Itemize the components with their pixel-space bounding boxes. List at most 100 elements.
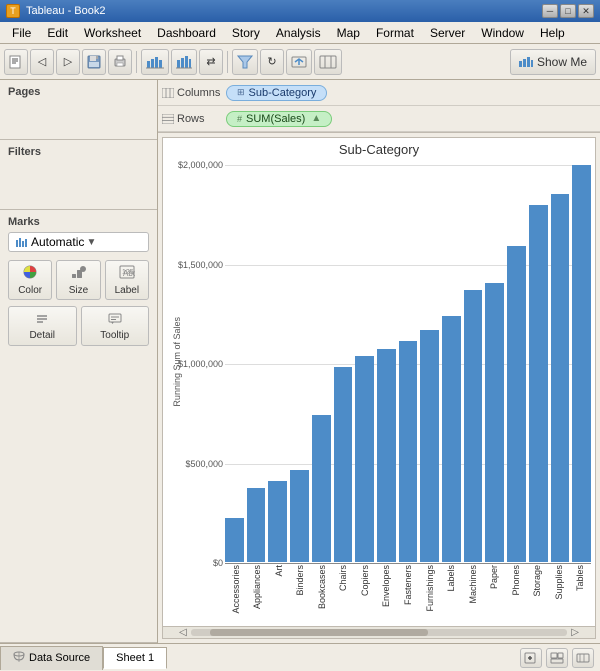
menu-worksheet[interactable]: Worksheet xyxy=(76,24,149,42)
minimize-button[interactable]: ─ xyxy=(542,4,558,18)
maximize-button[interactable]: □ xyxy=(560,4,576,18)
toolbar-forward-button[interactable]: ▷ xyxy=(56,49,80,75)
new-dashboard-button[interactable] xyxy=(546,648,568,668)
detail-button[interactable]: Detail xyxy=(8,306,77,346)
x-label-text-12: Paper xyxy=(489,565,499,589)
show-me-label: Show Me xyxy=(537,55,587,69)
rows-shelf-label: Rows xyxy=(162,113,222,125)
tooltip-icon xyxy=(108,312,122,328)
chart-scrollbar: ◁ ▷ xyxy=(163,626,595,638)
label-button[interactable]: Abc125 Label xyxy=(105,260,149,300)
toolbar-columns-button[interactable] xyxy=(314,49,342,75)
bar-0[interactable] xyxy=(225,518,244,562)
x-label-text-5: Chairs xyxy=(338,565,348,591)
sheet1-label: Sheet 1 xyxy=(116,652,154,664)
scroll-right-arrow[interactable]: ▷ xyxy=(571,627,579,638)
x-labels-container: AccessoriesAppliancesArtBindersBookcases… xyxy=(225,563,591,629)
toolbar-chart2-button[interactable] xyxy=(171,49,197,75)
x-label-12: Paper xyxy=(483,563,505,629)
toolbar-filter-button[interactable] xyxy=(232,49,258,75)
scrollbar-thumb[interactable] xyxy=(210,629,428,636)
columns-shelf: Columns ⊞ Sub-Category xyxy=(158,80,600,106)
x-label-text-16: Tables xyxy=(575,565,585,591)
detail-icon xyxy=(35,312,49,328)
close-button[interactable]: ✕ xyxy=(578,4,594,18)
menu-story[interactable]: Story xyxy=(224,24,268,42)
tooltip-button[interactable]: Tooltip xyxy=(81,306,150,346)
toolbar-update-button[interactable] xyxy=(286,49,312,75)
sheet1-tab[interactable]: Sheet 1 xyxy=(103,647,167,669)
rows-pill-delta: ▲ xyxy=(311,113,321,124)
bar-7[interactable] xyxy=(377,349,396,562)
scroll-left-arrow[interactable]: ◁ xyxy=(179,627,187,638)
menu-analysis[interactable]: Analysis xyxy=(268,24,329,42)
toolbar-new-button[interactable] xyxy=(4,49,28,75)
dropdown-arrow-icon: ▼ xyxy=(87,237,143,248)
bar-9[interactable] xyxy=(420,330,439,562)
new-worksheet-button[interactable] xyxy=(520,648,542,668)
bar-1[interactable] xyxy=(247,488,266,562)
y-tick-label-3: $500,000 xyxy=(185,459,223,469)
bar-16[interactable] xyxy=(572,165,591,562)
bar-13[interactable] xyxy=(507,246,526,562)
show-me-button[interactable]: Show Me xyxy=(510,49,596,75)
size-button[interactable]: Size xyxy=(56,260,100,300)
x-label-15: Supplies xyxy=(548,563,570,629)
x-label-text-1: Appliances xyxy=(252,565,262,609)
toolbar-swap-button[interactable]: ⇄ xyxy=(199,49,223,75)
menu-window[interactable]: Window xyxy=(473,24,532,42)
x-label-4: Bookcases xyxy=(311,563,333,629)
toolbar-chart-button[interactable] xyxy=(141,49,169,75)
main-layout: Pages Filters Marks Automatic ▼ Color xyxy=(0,80,600,643)
pages-label: Pages xyxy=(8,86,149,98)
color-label: Color xyxy=(18,285,42,296)
left-panel: Pages Filters Marks Automatic ▼ Color xyxy=(0,80,158,643)
marks-type-label: Automatic xyxy=(31,235,87,249)
toolbar-print-button[interactable] xyxy=(108,49,132,75)
menu-file[interactable]: File xyxy=(4,24,39,42)
menu-map[interactable]: Map xyxy=(329,24,368,42)
bar-5[interactable] xyxy=(334,367,353,562)
x-label-text-6: Copiers xyxy=(360,565,370,596)
x-label-text-9: Furnishings xyxy=(425,565,435,612)
menu-bar: File Edit Worksheet Dashboard Story Anal… xyxy=(0,22,600,44)
x-label-text-10: Labels xyxy=(446,565,456,592)
bar-2[interactable] xyxy=(268,481,287,562)
datasource-tab[interactable]: Data Source xyxy=(0,646,103,670)
menu-help[interactable]: Help xyxy=(532,24,573,42)
bar-8[interactable] xyxy=(399,341,418,562)
menu-dashboard[interactable]: Dashboard xyxy=(149,24,224,42)
bar-10[interactable] xyxy=(442,316,461,562)
scrollbar-track[interactable] xyxy=(191,629,568,636)
bar-15[interactable] xyxy=(551,194,570,562)
x-label-6: Copiers xyxy=(354,563,376,629)
bar-4[interactable] xyxy=(312,415,331,562)
new-story-button[interactable] xyxy=(572,648,594,668)
rows-pill[interactable]: # SUM(Sales) ▲ xyxy=(226,111,332,127)
menu-server[interactable]: Server xyxy=(422,24,473,42)
filters-label: Filters xyxy=(8,146,149,158)
rows-pill-icon: # xyxy=(237,114,242,124)
app-icon: T xyxy=(6,4,20,18)
x-label-10: Labels xyxy=(440,563,462,629)
bar-6[interactable] xyxy=(355,356,374,562)
bar-14[interactable] xyxy=(529,205,548,562)
x-label-text-2: Art xyxy=(274,565,284,577)
size-label: Size xyxy=(69,285,88,296)
bar-11[interactable] xyxy=(464,290,483,562)
filters-section: Filters xyxy=(0,140,157,210)
marks-type-dropdown[interactable]: Automatic ▼ xyxy=(8,232,149,252)
menu-format[interactable]: Format xyxy=(368,24,422,42)
bar-3[interactable] xyxy=(290,470,309,562)
toolbar-refresh-button[interactable]: ↻ xyxy=(260,49,284,75)
y-tick-label-0: $2,000,000 xyxy=(178,160,223,170)
menu-edit[interactable]: Edit xyxy=(39,24,76,42)
bar-12[interactable] xyxy=(485,283,504,562)
marks-label: Marks xyxy=(8,216,149,228)
toolbar-back-button[interactable]: ◁ xyxy=(30,49,54,75)
toolbar-save-button[interactable] xyxy=(82,49,106,75)
columns-pill[interactable]: ⊞ Sub-Category xyxy=(226,85,327,101)
chart-title: Sub-Category xyxy=(163,138,595,161)
shelf-area: Columns ⊞ Sub-Category Rows # SUM(Sales)… xyxy=(158,80,600,133)
color-button[interactable]: Color xyxy=(8,260,52,300)
